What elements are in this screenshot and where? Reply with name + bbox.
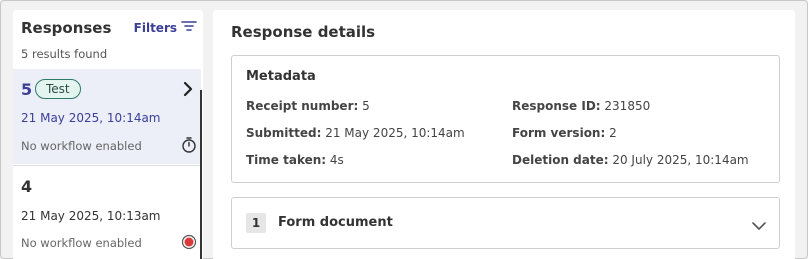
time-taken-value: 4s [326, 153, 344, 167]
response-date: 21 May 2025, 10:14am [21, 111, 161, 125]
test-badge: Test [35, 79, 81, 99]
time-taken-field: Time taken: 4s [246, 153, 344, 167]
responses-header: Responses Filters [21, 18, 197, 37]
response-id-label: Response ID: [512, 99, 601, 113]
form-version-label: Form version: [512, 126, 606, 140]
response-card-4[interactable]: 4 21 May 2025, 10:13am No workflow enabl… [13, 165, 201, 259]
metadata-title: Metadata [246, 69, 316, 84]
record-icon [181, 234, 197, 254]
receipt-number-field: Receipt number: 5 [246, 99, 370, 113]
deletion-date-field: Deletion date: 20 July 2025, 10:14am [512, 153, 749, 167]
deletion-date-label: Deletion date: [512, 153, 609, 167]
responses-panel: Responses Filters 5 results found 5 Test… [13, 10, 203, 259]
response-number: 5 [21, 80, 33, 99]
deletion-date-value: 20 July 2025, 10:14am [608, 153, 749, 167]
submitted-label: Submitted: [246, 126, 322, 140]
form-document-accordion[interactable]: 1 Form document [231, 197, 780, 249]
workflow-status: No workflow enabled [21, 139, 142, 153]
chevron-down-icon[interactable] [751, 216, 767, 235]
filter-icon [181, 20, 197, 35]
submitted-value: 21 May 2025, 10:14am [321, 126, 465, 140]
filters-label: Filters [133, 20, 177, 35]
form-version-field: Form version: 2 [512, 126, 617, 140]
response-id-value: 231850 [600, 99, 651, 113]
form-version-value: 2 [605, 126, 617, 140]
receipt-number-label: Receipt number: [246, 99, 359, 113]
response-id-field: Response ID: 231850 [512, 99, 650, 113]
metadata-card: Metadata Receipt number: 5 Submitted: 21… [231, 55, 780, 183]
chevron-right-icon[interactable] [183, 81, 193, 101]
document-title: Form document [278, 215, 393, 230]
response-number: 4 [21, 177, 33, 196]
results-count: 5 results found [21, 47, 108, 61]
time-taken-label: Time taken: [246, 153, 327, 167]
submitted-field: Submitted: 21 May 2025, 10:14am [246, 126, 465, 140]
response-date: 21 May 2025, 10:13am [21, 209, 161, 223]
timer-icon [181, 136, 197, 158]
response-card-5[interactable]: 5 Test 21 May 2025, 10:14am No workflow … [13, 69, 201, 164]
filters-button[interactable]: Filters [134, 20, 197, 35]
response-details-panel: Response details Metadata Receipt number… [213, 10, 795, 259]
receipt-number-value: 5 [358, 99, 370, 113]
list-scrollbar[interactable] [200, 90, 202, 259]
details-title: Response details [231, 23, 376, 41]
responses-title: Responses [21, 19, 112, 37]
workflow-status: No workflow enabled [21, 236, 142, 250]
document-number: 1 [246, 213, 266, 233]
